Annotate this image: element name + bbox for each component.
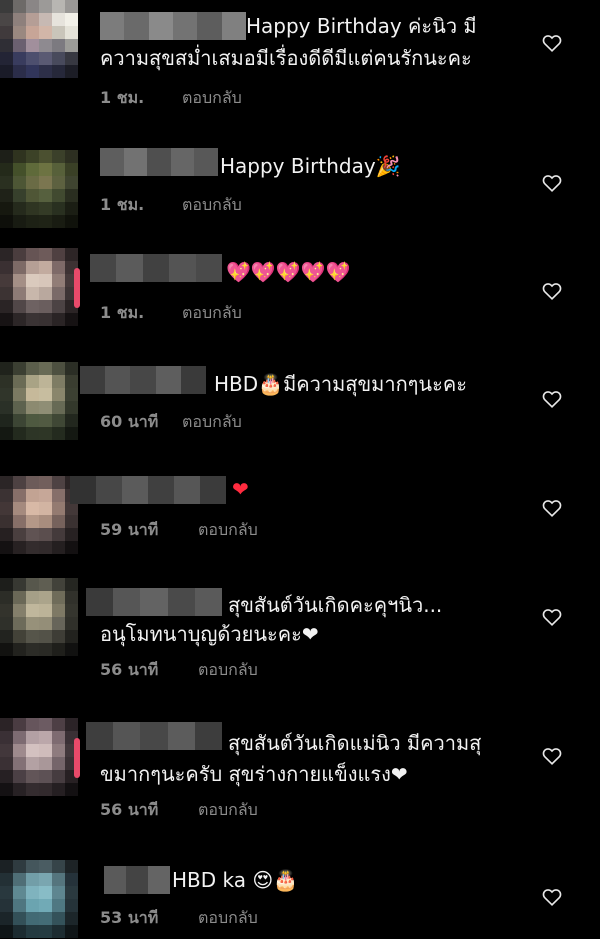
avatar[interactable] bbox=[0, 248, 78, 326]
comment-time: 1 ชม. bbox=[100, 303, 145, 322]
username-blurred[interactable] bbox=[104, 866, 170, 894]
comment-time: 56 นาที bbox=[100, 800, 159, 819]
reply-button[interactable]: ตอบกลับ bbox=[198, 518, 258, 543]
comment-text-line2: อนุโมทนาบุญด้วยนะคะ❤ bbox=[100, 622, 319, 646]
comment-text: สุขสันต์วันเกิดคะคุฯนิว... bbox=[228, 593, 443, 617]
comment-text: Happy Birthday🎉 bbox=[220, 154, 401, 178]
comment-meta: 60 นาที ตอบกลับ bbox=[100, 410, 242, 435]
avatar[interactable] bbox=[0, 476, 78, 554]
username-blurred[interactable] bbox=[90, 254, 222, 282]
avatar[interactable] bbox=[0, 0, 78, 78]
comment-meta: 1 ชม. ตอบกลับ bbox=[100, 86, 242, 111]
comment-time: 60 นาที bbox=[100, 412, 159, 431]
comment-text: HBD ka 😍🎂 bbox=[172, 868, 299, 892]
reply-button[interactable]: ตอบกลับ bbox=[182, 410, 242, 435]
username-blurred[interactable] bbox=[100, 12, 246, 40]
comment-time: 1 ชม. bbox=[100, 88, 145, 107]
comment-time: 53 นาที bbox=[100, 908, 159, 927]
comment-text: HBD🎂มีความสุขมากๆนะคะ bbox=[214, 372, 467, 396]
comment-meta: 53 นาที ตอบกลับ bbox=[100, 906, 258, 931]
comment-text: Happy Birthday ค่ะนิว มี bbox=[246, 14, 477, 38]
avatar[interactable] bbox=[0, 860, 78, 938]
reply-button[interactable]: ตอบกลับ bbox=[198, 798, 258, 823]
heart-icon[interactable] bbox=[541, 606, 563, 628]
comment-text-line2: ความสุขสม่ำเสมอมีเรื่องดีดีมีแต่คนรักนะค… bbox=[100, 46, 472, 70]
comment-meta: 59 นาที ตอบกลับ bbox=[100, 518, 258, 543]
username-blurred[interactable] bbox=[70, 476, 226, 504]
comment-text: ❤ bbox=[232, 477, 249, 501]
avatar[interactable] bbox=[0, 150, 78, 228]
comment-meta: 56 นาที ตอบกลับ bbox=[100, 798, 258, 823]
avatar[interactable] bbox=[0, 362, 78, 440]
reply-button[interactable]: ตอบกลับ bbox=[182, 193, 242, 218]
story-ring bbox=[74, 738, 80, 778]
avatar[interactable] bbox=[0, 578, 78, 656]
comment-meta: 1 ชม. ตอบกลับ bbox=[100, 193, 242, 218]
heart-icon[interactable] bbox=[541, 388, 563, 410]
username-blurred[interactable] bbox=[80, 366, 206, 394]
comment-time: 59 นาที bbox=[100, 520, 159, 539]
username-blurred[interactable] bbox=[100, 148, 218, 176]
heart-icon[interactable] bbox=[541, 886, 563, 908]
comment-time: 56 นาที bbox=[100, 660, 159, 679]
comment-text: สุขสันต์วันเกิดแม่นิว มีความสุ bbox=[228, 731, 482, 755]
username-blurred[interactable] bbox=[86, 722, 222, 750]
heart-icon[interactable] bbox=[541, 32, 563, 54]
reply-button[interactable]: ตอบกลับ bbox=[198, 906, 258, 931]
reply-button[interactable]: ตอบกลับ bbox=[198, 658, 258, 683]
username-blurred[interactable] bbox=[86, 588, 222, 616]
comment-text: 💖💖💖💖💖 bbox=[226, 260, 351, 284]
story-ring bbox=[74, 268, 80, 308]
comment-time: 1 ชม. bbox=[100, 195, 145, 214]
reply-button[interactable]: ตอบกลับ bbox=[182, 86, 242, 111]
comment-meta: 1 ชม. ตอบกลับ bbox=[100, 301, 242, 326]
comment-meta: 56 นาที ตอบกลับ bbox=[100, 658, 258, 683]
comment-text-line2: ขมากๆนะครับ สุขร่างกายแข็งแรง❤ bbox=[100, 762, 408, 786]
avatar[interactable] bbox=[0, 718, 78, 796]
heart-icon[interactable] bbox=[541, 497, 563, 519]
heart-icon[interactable] bbox=[541, 172, 563, 194]
heart-icon[interactable] bbox=[541, 280, 563, 302]
heart-icon[interactable] bbox=[541, 745, 563, 767]
reply-button[interactable]: ตอบกลับ bbox=[182, 301, 242, 326]
